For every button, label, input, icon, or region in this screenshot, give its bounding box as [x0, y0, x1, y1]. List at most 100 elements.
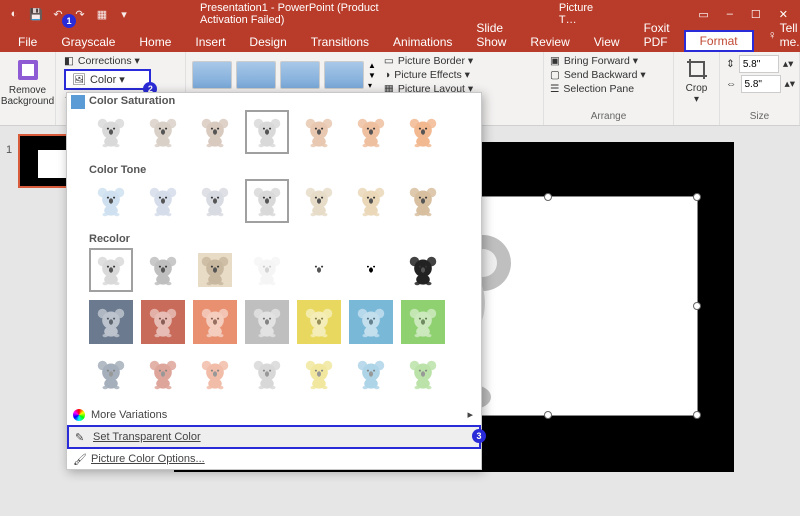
recolor-swatch[interactable] — [89, 248, 133, 292]
width-icon: ⇔ — [726, 78, 737, 90]
slide-number: 1 — [6, 144, 12, 156]
tone-swatch[interactable] — [89, 179, 133, 223]
recolor-row-3 — [67, 352, 481, 404]
picture-effects-button[interactable]: ◑Picture Effects ▾ — [384, 69, 473, 81]
tone-swatch[interactable] — [245, 179, 289, 223]
color-icon: 🖼 — [72, 73, 86, 86]
saturation-swatch[interactable] — [245, 110, 289, 154]
section-tone: Color Tone — [67, 162, 481, 179]
options-icon: 🖌 — [73, 453, 85, 465]
window-title: Presentation1 - PowerPoint (Product Acti… — [200, 2, 399, 26]
saturation-swatch[interactable] — [297, 110, 341, 154]
start-icon[interactable]: ▦ — [94, 6, 110, 22]
style-thumb[interactable] — [192, 61, 232, 89]
saturation-swatch[interactable] — [401, 110, 445, 154]
eyedropper-icon: ✎ — [75, 431, 87, 443]
tab-design[interactable]: Design — [239, 32, 296, 52]
contextual-title: Picture T… — [559, 2, 600, 26]
recolor-swatch[interactable] — [401, 352, 445, 396]
section-recolor: Recolor — [67, 231, 481, 248]
corrections-button[interactable]: ◧Corrections ▾ — [64, 55, 151, 67]
picture-styles-gallery[interactable]: ▲ ▼ ▾ — [192, 61, 376, 90]
group-size-label: Size — [750, 111, 769, 124]
recolor-swatch[interactable] — [193, 352, 237, 396]
qa-more-icon[interactable]: ▾ — [116, 6, 132, 22]
recolor-swatch[interactable] — [297, 248, 341, 292]
height-field[interactable]: ⇕▴▾ — [726, 55, 795, 73]
recolor-swatch[interactable] — [89, 300, 133, 344]
recolor-row-2 — [67, 300, 481, 352]
recolor-swatch[interactable] — [297, 352, 341, 396]
picture-border-button[interactable]: ▭Picture Border ▾ — [384, 55, 473, 67]
minimize-icon[interactable]: – — [727, 8, 733, 20]
gallery-down-icon[interactable]: ▼ — [368, 71, 376, 80]
recolor-swatch[interactable] — [193, 300, 237, 344]
tone-swatch[interactable] — [193, 179, 237, 223]
recolor-swatch[interactable] — [89, 352, 133, 396]
account-icon[interactable]: ▭ — [698, 8, 708, 21]
step-1-badge: 1 — [62, 14, 76, 28]
crop-button[interactable]: Crop ▾ — [680, 55, 713, 107]
recolor-swatch[interactable] — [401, 300, 445, 344]
group-arrange-label: Arrange — [591, 111, 627, 124]
tab-tellme[interactable]: ♀Tell me... — [758, 18, 800, 52]
saturation-swatch[interactable] — [141, 110, 185, 154]
crop-icon — [685, 57, 709, 81]
saturation-swatch[interactable] — [349, 110, 393, 154]
picture-color-options-item[interactable]: 🖌Picture Color Options... — [67, 449, 481, 469]
tone-swatch[interactable] — [297, 179, 341, 223]
recolor-swatch[interactable] — [349, 248, 393, 292]
recolor-swatch[interactable] — [141, 248, 185, 292]
tab-review[interactable]: Review — [520, 32, 579, 52]
width-field[interactable]: ⇔▴▾ — [726, 75, 795, 93]
recolor-swatch[interactable] — [297, 300, 341, 344]
save-icon[interactable]: 💾 — [28, 6, 44, 22]
saturation-row — [67, 110, 481, 162]
tab-file[interactable]: File — [8, 32, 47, 52]
tab-foxit[interactable]: Foxit PDF — [634, 18, 680, 52]
ribbon-tabs: File Grayscale Home Insert Design Transi… — [0, 28, 800, 52]
color-button[interactable]: 🖼 Color ▾ 2 — [64, 69, 151, 90]
set-transparent-color-item[interactable]: ✎ Set Transparent Color 3 — [67, 425, 481, 449]
palette-icon — [73, 409, 85, 421]
gallery-up-icon[interactable]: ▲ — [368, 61, 376, 70]
recolor-swatch[interactable] — [245, 248, 289, 292]
tab-format[interactable]: Format — [684, 30, 754, 52]
tab-home[interactable]: Home — [129, 32, 181, 52]
style-thumb[interactable] — [236, 61, 276, 89]
saturation-swatch[interactable] — [193, 110, 237, 154]
saturation-swatch[interactable] — [89, 110, 133, 154]
recolor-row-1 — [67, 248, 481, 300]
tone-swatch[interactable] — [141, 179, 185, 223]
recolor-swatch[interactable] — [349, 300, 393, 344]
recolor-swatch[interactable] — [193, 248, 237, 292]
autosave-icon[interactable]: ◐ — [6, 6, 22, 22]
remove-bg-icon — [15, 57, 41, 83]
tone-swatch[interactable] — [401, 179, 445, 223]
tab-animations[interactable]: Animations — [383, 32, 462, 52]
recolor-swatch[interactable] — [141, 352, 185, 396]
recolor-swatch[interactable] — [349, 352, 393, 396]
style-thumb[interactable] — [280, 61, 320, 89]
recolor-swatch[interactable] — [245, 352, 289, 396]
tab-insert[interactable]: Insert — [185, 32, 235, 52]
recolor-swatch[interactable] — [401, 248, 445, 292]
gallery-more-icon[interactable]: ▾ — [368, 81, 376, 90]
recolor-swatch[interactable] — [245, 300, 289, 344]
bring-forward-button[interactable]: ▣Bring Forward ▾ — [550, 55, 646, 67]
send-backward-button[interactable]: ▢Send Backward ▾ — [550, 69, 646, 81]
recolor-swatch[interactable] — [141, 300, 185, 344]
section-saturation: Color Saturation — [67, 93, 481, 110]
tab-view[interactable]: View — [584, 32, 630, 52]
height-icon: ⇕ — [726, 58, 735, 70]
tab-transitions[interactable]: Transitions — [301, 32, 379, 52]
step-3-badge: 3 — [472, 429, 486, 443]
title-bar: ◐ 💾 ↶ ↷ ▦ ▾ Presentation1 - PowerPoint (… — [0, 0, 800, 28]
tab-grayscale[interactable]: Grayscale — [51, 32, 125, 52]
tone-swatch[interactable] — [349, 179, 393, 223]
style-thumb[interactable] — [324, 61, 364, 89]
more-variations-item[interactable]: More Variations▸ — [67, 404, 481, 425]
selection-pane-button[interactable]: ☰Selection Pane — [550, 83, 646, 95]
remove-background-button[interactable]: Remove Background — [0, 55, 56, 109]
tone-row — [67, 179, 481, 231]
